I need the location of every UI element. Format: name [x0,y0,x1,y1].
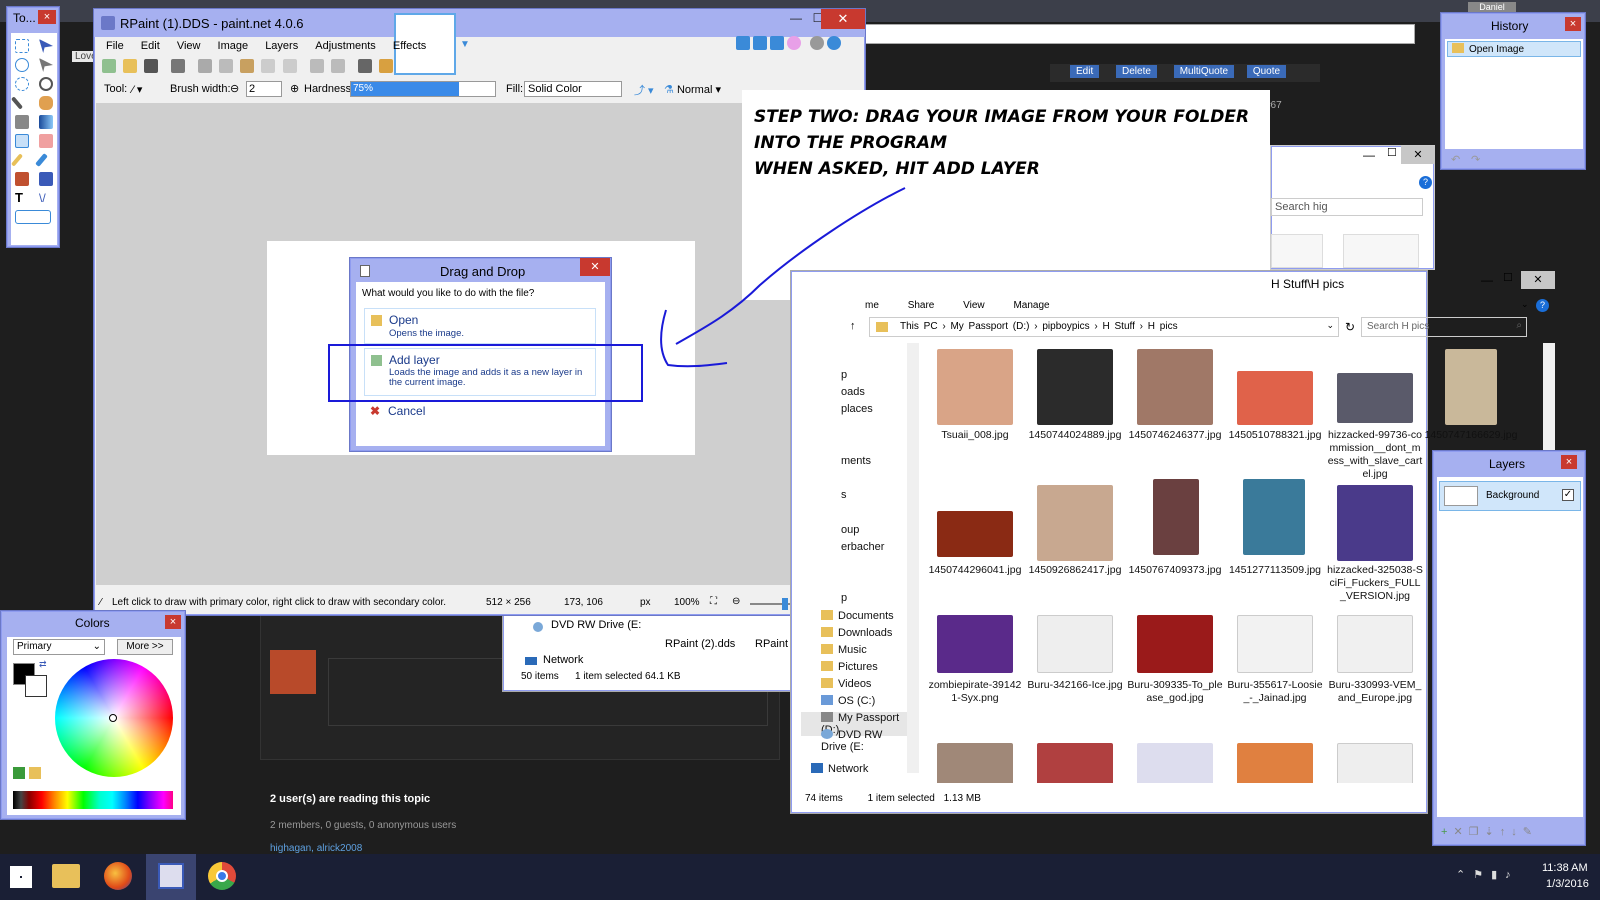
arrow-stroke [660,187,906,368]
paintnet-icon [158,863,184,889]
taskbar: ⌃⚑▮♪ 11:38 AM 1/3/2016 [0,854,1600,900]
chrome-center [216,870,228,882]
network-tray-icon[interactable]: ▮ [1491,869,1505,881]
windows-start-icon[interactable] [10,866,32,888]
annotation-overlay [328,187,906,402]
paintnet-taskbar-icon[interactable] [146,854,196,900]
clock-date[interactable]: 1/3/2016 [1546,878,1589,890]
firefox-taskbar-icon[interactable] [104,862,132,890]
tray-icons: ⌃⚑▮♪ [1456,868,1519,881]
highlight-box [328,344,643,402]
flag-icon[interactable]: ⚑ [1473,869,1491,881]
volume-icon[interactable]: ♪ [1505,869,1519,881]
file-explorer-taskbar-icon[interactable] [52,864,80,888]
show-hidden-icons[interactable]: ⌃ [1456,869,1473,881]
chrome-taskbar-icon[interactable] [208,862,236,890]
clock-time[interactable]: 11:38 AM [1542,862,1588,874]
